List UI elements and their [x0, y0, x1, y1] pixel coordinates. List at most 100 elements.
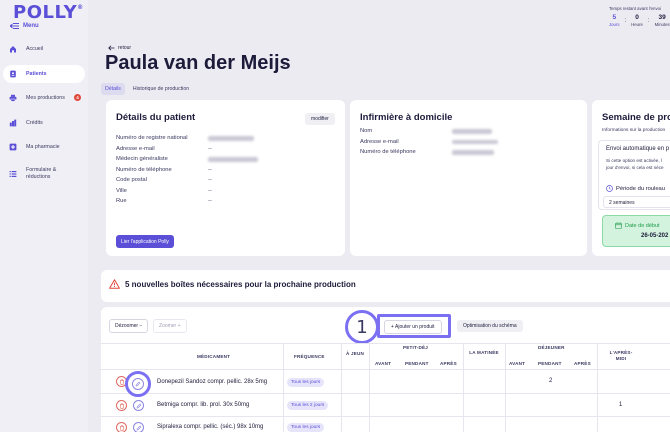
- column-header-fasting: À JEUN: [345, 351, 365, 356]
- printer-icon: [9, 94, 17, 102]
- redacted-value: [208, 136, 254, 141]
- optimize-schema-button[interactable]: Optimisation du schéma: [457, 320, 523, 332]
- sidebar-item-accueil[interactable]: Accueil: [3, 40, 85, 58]
- pencil-icon: [136, 403, 141, 408]
- countdown-days-label: Jours: [609, 22, 620, 27]
- cycle-period-select[interactable]: 2 semaines: [603, 196, 670, 208]
- countdown-minutes-label: Minutes: [654, 22, 670, 27]
- nurse-field-name: Nom: [360, 128, 492, 134]
- zoom-out-button[interactable]: Dézoomer −: [109, 319, 149, 333]
- menu-label: Menu: [23, 23, 39, 29]
- cycle-period-label: Période du rouleau: [606, 185, 665, 192]
- list-icon: [9, 170, 17, 178]
- trash-icon: [119, 403, 124, 409]
- edit-product-button[interactable]: [133, 422, 144, 432]
- delete-product-button[interactable]: [116, 400, 127, 411]
- pencil-icon: [135, 381, 141, 387]
- collapse-menu-icon: [10, 23, 19, 29]
- sidebar-item-patients[interactable]: Patients: [3, 64, 85, 83]
- sidebar-nav: Accueil Patients Mes productions 4 Crédi…: [3, 40, 85, 191]
- redacted-value: [452, 139, 498, 144]
- patient-details-card: Détails du patient modifier Numéro de re…: [106, 100, 345, 256]
- field-city: Ville --: [116, 187, 212, 194]
- frequency-badge: Tous les jours: [287, 423, 325, 432]
- warning-icon: [109, 279, 120, 289]
- frequency-badge: Tous les jours: [287, 378, 325, 387]
- zoom-in-button[interactable]: Zoomer +: [153, 319, 187, 333]
- week-card-title: Semaine de pro: [602, 112, 670, 123]
- field-postal-code: Code postal --: [116, 177, 212, 183]
- sidebar: POLLY® Menu Accueil Patients Mes product…: [0, 0, 88, 432]
- pencil-icon: [136, 425, 141, 430]
- countdown-hours-label: Heure: [631, 22, 643, 27]
- field-email: Adresse e-mail --: [116, 145, 212, 152]
- new-boxes-warning: 5 nouvelles boîtes nécessaires pour la p…: [101, 270, 670, 302]
- patients-icon: [9, 70, 17, 78]
- sidebar-item-label: Ma pharmacie: [26, 144, 60, 150]
- menu-toggle[interactable]: Menu: [10, 23, 39, 29]
- column-header-lunch-after: APRÈS: [574, 361, 591, 366]
- countdown-title: Temps restant avant l'envoi: [609, 6, 661, 11]
- sidebar-item-productions[interactable]: Mes productions 4: [3, 89, 85, 107]
- sidebar-item-label: Formulaire & réductions: [26, 166, 57, 180]
- trash-icon: [119, 379, 124, 385]
- back-label: retour: [118, 45, 132, 51]
- column-header-lunch-during: PENDANT: [538, 361, 562, 366]
- productions-count-badge: 4: [74, 94, 81, 101]
- frequency-badge: Tous les 2 jours: [287, 401, 329, 410]
- auto-send-description: Si cette option est activée, l jour d'env…: [606, 158, 664, 170]
- add-product-button[interactable]: + Ajouter un produit: [384, 320, 442, 334]
- sidebar-item-credits[interactable]: Crédits: [3, 114, 85, 132]
- pharmacy-icon: [9, 143, 17, 151]
- tab-details[interactable]: Détails: [101, 83, 125, 95]
- sidebar-item-label: Mes productions: [26, 95, 65, 101]
- column-header-breakfast: PETIT-DÉJ: [403, 345, 429, 350]
- column-header-breakfast-during: PENDANT: [405, 361, 429, 366]
- clock-icon: [606, 185, 613, 192]
- modify-button[interactable]: modifier: [305, 113, 335, 125]
- dose-afternoon[interactable]: 1: [619, 402, 622, 408]
- link-polly-app-button[interactable]: Lier l'application Polly: [116, 235, 174, 248]
- field-street: Rue --: [116, 198, 212, 204]
- minus-icon: −: [139, 323, 143, 329]
- column-header-morning: LA MATINÉE: [469, 350, 499, 355]
- column-header-breakfast-after: APRÈS: [440, 361, 457, 366]
- column-header-breakfast-before: AVANT: [375, 361, 392, 366]
- production-week-card: Semaine de pro Informations sur la produ…: [592, 100, 670, 256]
- countdown-days: 5: [612, 14, 617, 21]
- page-title: Paula van der Meijs: [105, 52, 291, 74]
- column-header-lunch: DÉJEUNER: [538, 345, 565, 350]
- nurse-card-title: Infirmière à domicile: [360, 112, 453, 123]
- redacted-value: [452, 150, 494, 155]
- countdown-hours: 0: [635, 14, 639, 21]
- nurse-field-email: Adresse e-mail: [360, 139, 498, 145]
- medication-name: Betmiga compr. lib. prol. 30x 50mg: [157, 402, 250, 408]
- sidebar-item-label: Crédits: [26, 119, 43, 126]
- sidebar-item-pharmacie[interactable]: Ma pharmacie: [3, 138, 85, 156]
- start-date-label: Date de début: [625, 223, 660, 229]
- home-icon: [9, 45, 17, 53]
- back-link[interactable]: retour: [108, 45, 131, 51]
- more-options-icon[interactable]: ⋮: [280, 63, 288, 71]
- nurse-field-phone: Numéro de téléphone: [360, 149, 494, 155]
- send-countdown: Temps restant avant l'envoi 5 Jours : 0 …: [609, 6, 670, 27]
- column-header-frequency: FRÉQUENCE: [294, 354, 325, 359]
- tab-production-history[interactable]: Historique de production: [129, 83, 193, 95]
- sidebar-item-label: Accueil: [26, 46, 44, 52]
- sidebar-item-formulaire[interactable]: Formulaire & réductions: [3, 163, 85, 185]
- redacted-value: [208, 157, 258, 162]
- dose-lunch-during[interactable]: 2: [549, 378, 552, 384]
- edit-product-button[interactable]: [132, 378, 144, 390]
- plus-icon: +: [177, 323, 181, 329]
- tutorial-edit-highlight: [125, 371, 151, 397]
- auto-send-panel: Envoi automatique en p Si cette option e…: [598, 140, 670, 210]
- polly-logo[interactable]: POLLY®: [13, 2, 84, 23]
- delete-product-button[interactable]: [116, 422, 127, 432]
- patient-card-title: Détails du patient: [116, 112, 196, 123]
- field-national-register: Numéro de registre national: [116, 135, 254, 141]
- field-general-practitioner: Médecin généraliste: [116, 156, 258, 162]
- redacted-value: [452, 129, 492, 134]
- start-date-box: Date de début 26-05-202: [602, 215, 670, 247]
- field-phone: Numéro de téléphone --: [116, 166, 212, 173]
- edit-product-button[interactable]: [133, 400, 144, 411]
